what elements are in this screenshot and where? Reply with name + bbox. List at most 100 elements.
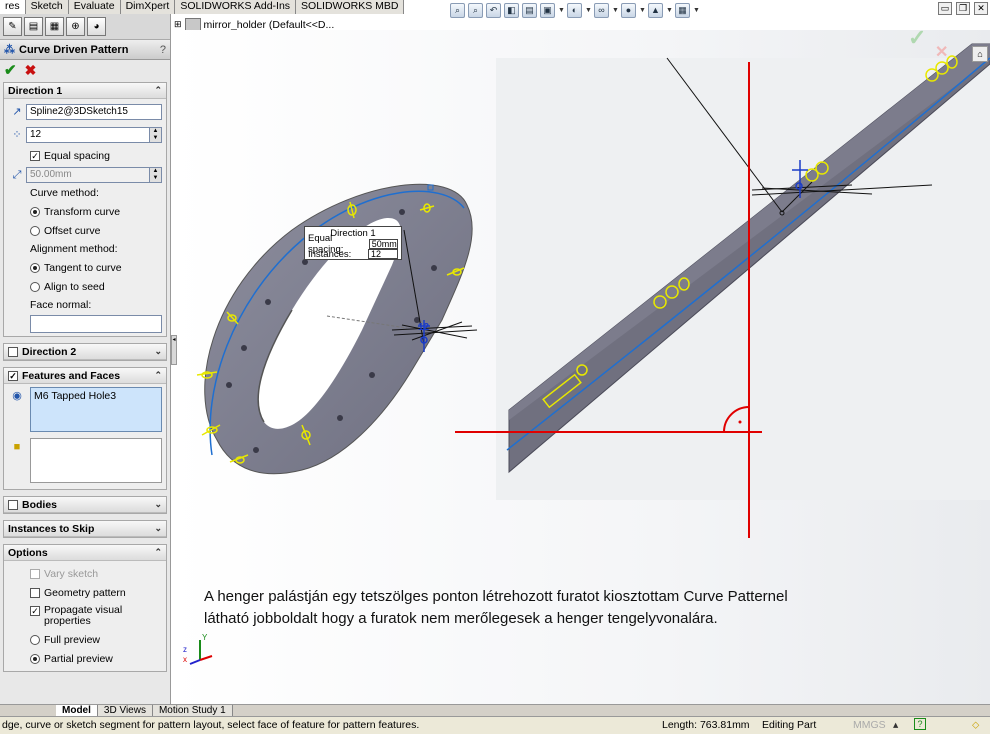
propagate-checkbox[interactable]: ✓ xyxy=(30,606,40,616)
tab-mbd[interactable]: SOLIDWORKS MBD xyxy=(296,0,405,14)
panel-tabs: ✎ ▤ ▦ ⊕ ◕ xyxy=(0,14,170,40)
vary-sketch-checkbox[interactable] xyxy=(30,568,40,579)
bodies-header[interactable]: Bodies ⌄ xyxy=(4,497,166,513)
close-icon[interactable]: ✕ xyxy=(974,2,988,15)
instances-field[interactable]: 12 xyxy=(26,126,150,143)
rebuild-icon[interactable]: ⬦ xyxy=(972,719,979,732)
align-to-seed-radio[interactable] xyxy=(30,281,40,292)
hide-show-icon[interactable]: ∞ xyxy=(594,2,609,18)
direction1-header[interactable]: Direction 1 ⌃ xyxy=(4,83,166,99)
collapse-panel-handle[interactable]: ◂ xyxy=(171,335,177,365)
callout-instances-value[interactable]: 12 xyxy=(368,249,398,259)
expand-icon[interactable]: ⌄ xyxy=(154,523,162,534)
face-normal-field[interactable] xyxy=(30,314,162,333)
caption-line-1: A henger palástján egy tetszölges ponton… xyxy=(204,588,788,605)
tab-features[interactable]: res xyxy=(0,0,26,14)
expand-icon[interactable]: ⌄ xyxy=(154,499,162,510)
direction1-title: Direction 1 xyxy=(8,84,63,97)
apply-scene-icon[interactable]: ▲ xyxy=(648,2,663,18)
instances-spinner[interactable]: ▲ ▼ xyxy=(150,126,162,143)
chevron-down-icon[interactable]: ▼ xyxy=(666,7,673,14)
faces-list[interactable] xyxy=(30,438,162,483)
chevron-down-icon[interactable]: ▼ xyxy=(639,7,646,14)
curve-direction-icon[interactable]: ↗ xyxy=(8,103,26,121)
curve-selection-field[interactable]: Spline2@3DSketch15 xyxy=(26,103,162,120)
transform-curve-radio[interactable] xyxy=(30,206,40,217)
features-list-item[interactable]: M6 Tapped Hole3 xyxy=(34,390,116,402)
view-orientation-icon[interactable]: ▣ xyxy=(540,2,555,18)
features-checkbox[interactable]: ✓ xyxy=(8,370,18,381)
property-manager-icon[interactable]: ▤ xyxy=(24,17,43,36)
offset-curve-radio[interactable] xyxy=(30,225,40,236)
full-preview-label: Full preview xyxy=(44,633,101,646)
spacing-field[interactable]: 50.00mm xyxy=(26,166,150,183)
options-group: Options ⌃ Vary sketch Geometry pattern ✓ P… xyxy=(3,544,167,672)
help-icon[interactable]: ? xyxy=(914,718,926,730)
collapse-icon[interactable]: ⌃ xyxy=(154,370,162,381)
previous-view-icon[interactable]: ↶ xyxy=(486,2,501,18)
pm-title-bar: ⁂ Curve Driven Pattern ? xyxy=(0,40,170,60)
status-message: dge, curve or sketch segment for pattern… xyxy=(2,719,420,731)
bodies-checkbox[interactable] xyxy=(8,499,18,510)
direction-callout[interactable]: Direction 1 Equal spacing: 50mm Instances… xyxy=(304,226,402,260)
confirm-cancel-icon[interactable]: ✕ xyxy=(935,42,948,62)
restore-icon[interactable]: ❐ xyxy=(956,2,970,15)
tab-sketch[interactable]: Sketch xyxy=(25,0,69,14)
full-preview-radio[interactable] xyxy=(30,634,40,645)
skip-header[interactable]: Instances to Skip ⌄ xyxy=(4,521,166,537)
direction2-header[interactable]: Direction 2 ⌄ xyxy=(4,344,166,360)
bodies-title: Bodies xyxy=(22,498,58,511)
transform-curve-label: Transform curve xyxy=(44,205,121,218)
features-header[interactable]: ✓ Features and Faces ⌃ xyxy=(4,368,166,384)
feature-manager-icon[interactable]: ✎ xyxy=(3,17,22,36)
direction2-checkbox[interactable] xyxy=(8,346,18,357)
help-icon[interactable]: ? xyxy=(160,44,166,56)
geometry-pattern-checkbox[interactable] xyxy=(30,587,40,598)
expand-icon[interactable]: ⌄ xyxy=(154,346,162,357)
chevron-down-icon[interactable]: ▼ xyxy=(612,7,619,14)
chevron-down-icon[interactable]: ▼ xyxy=(585,7,592,14)
cancel-button[interactable]: ✖ xyxy=(25,62,37,79)
spacing-icon: ⤢ xyxy=(12,168,22,181)
ok-button[interactable]: ✔ xyxy=(4,61,17,79)
part-name: mirror_holder (Default<<D... xyxy=(203,18,335,31)
dimxpert-manager-icon[interactable]: ⊕ xyxy=(66,17,85,36)
configuration-manager-icon[interactable]: ▦ xyxy=(45,17,64,36)
curve-method-label: Curve method: xyxy=(30,187,99,199)
expand-icon[interactable]: ⊞ xyxy=(174,19,182,30)
display-style-icon[interactable]: ◐ xyxy=(567,2,582,18)
callout-spacing-value[interactable]: 50mm xyxy=(368,239,398,249)
view-settings-icon[interactable]: ▦ xyxy=(675,2,690,18)
units-dropdown-icon[interactable]: ▴ xyxy=(893,719,898,731)
triad-y-label: Y xyxy=(202,633,208,642)
dynamic-annotation-icon[interactable]: ▤ xyxy=(522,2,537,18)
zoom-area-icon[interactable]: ⌕ xyxy=(468,2,483,18)
equal-spacing-label: Equal spacing xyxy=(44,149,110,162)
status-units[interactable]: MMGS xyxy=(853,719,886,731)
pattern-icon: ⁂ xyxy=(4,44,15,56)
svg-text:12: 12 xyxy=(418,322,430,333)
collapse-icon[interactable]: ⌃ xyxy=(154,547,162,558)
partial-preview-radio[interactable] xyxy=(30,653,40,664)
minimize-icon[interactable]: ▭ xyxy=(938,2,952,15)
display-manager-icon[interactable]: ◕ xyxy=(87,17,106,36)
chevron-down-icon[interactable]: ▼ xyxy=(558,7,565,14)
tab-addins[interactable]: SOLIDWORKS Add-Ins xyxy=(175,0,297,14)
features-list[interactable]: M6 Tapped Hole3 xyxy=(30,387,162,432)
section-view-icon[interactable]: ◧ xyxy=(504,2,519,18)
annotation-caption: A henger palástján egy tetszölges ponton… xyxy=(204,586,788,630)
align-to-seed-label: Align to seed xyxy=(44,280,105,293)
zoom-to-fit-icon[interactable]: ⌕ xyxy=(450,2,465,18)
task-pane-icon[interactable]: ⌂ xyxy=(972,46,988,62)
confirm-ok-icon[interactable]: ✓ xyxy=(908,25,926,51)
equal-spacing-checkbox[interactable]: ✓ xyxy=(30,150,40,161)
spacing-spinner[interactable]: ▲ ▼ xyxy=(150,166,162,183)
edit-appearance-icon[interactable]: ● xyxy=(621,2,636,18)
tab-evaluate[interactable]: Evaluate xyxy=(68,0,121,14)
status-length: Length: 763.81mm xyxy=(662,719,750,731)
tab-dimxpert[interactable]: DimXpert xyxy=(120,0,176,14)
collapse-icon[interactable]: ⌃ xyxy=(154,85,162,96)
chevron-down-icon[interactable]: ▼ xyxy=(693,7,700,14)
tangent-to-curve-radio[interactable] xyxy=(30,262,40,273)
options-header[interactable]: Options ⌃ xyxy=(4,545,166,561)
